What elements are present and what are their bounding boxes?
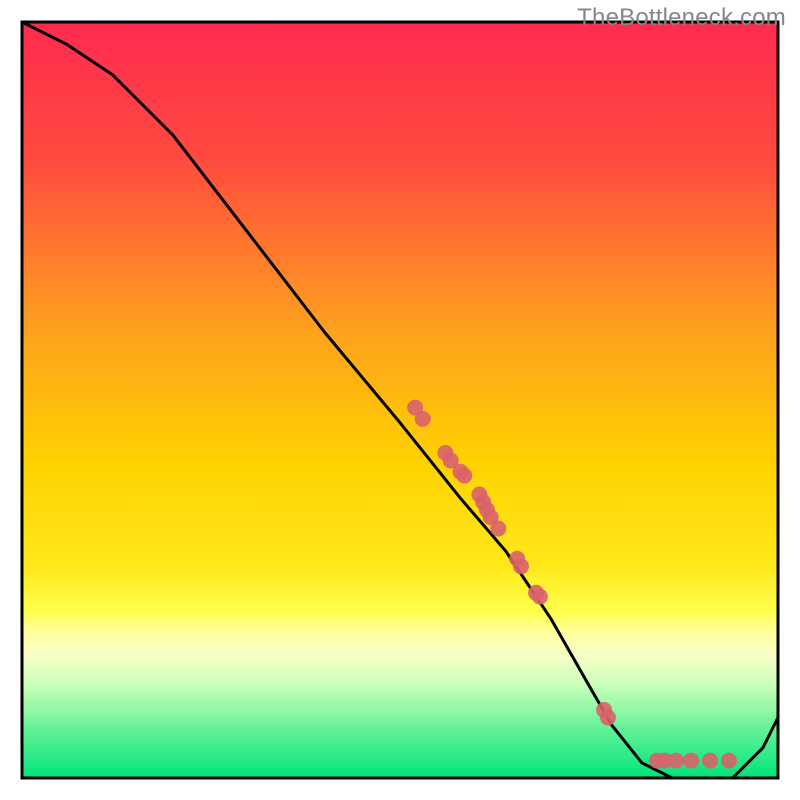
- data-point: [721, 753, 737, 769]
- bottleneck-chart: [0, 0, 800, 800]
- data-point: [513, 558, 529, 574]
- data-point: [702, 753, 718, 769]
- gradient-background: [22, 22, 778, 778]
- plot-area: [22, 22, 778, 778]
- data-point: [668, 753, 684, 769]
- data-point: [532, 589, 548, 605]
- data-point: [600, 710, 616, 726]
- attribution-label: TheBottleneck.com: [577, 4, 786, 32]
- data-point: [456, 468, 472, 484]
- chart-stage: TheBottleneck.com: [0, 0, 800, 800]
- data-point: [415, 411, 431, 427]
- data-point: [490, 521, 506, 537]
- data-point: [683, 753, 699, 769]
